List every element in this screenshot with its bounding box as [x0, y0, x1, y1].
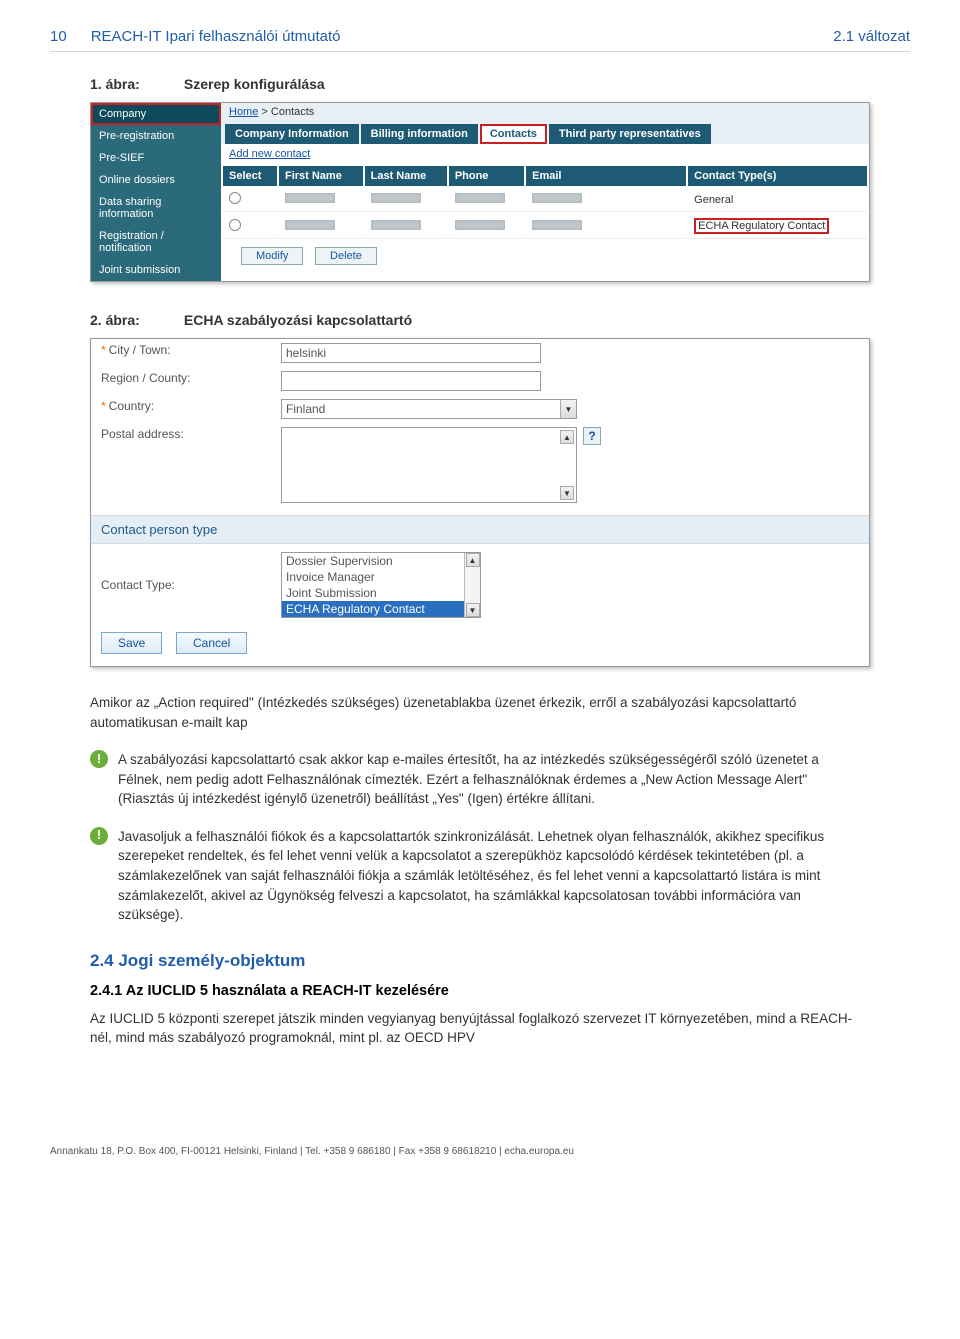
section-contact-type: Contact person type	[91, 515, 869, 544]
screenshot-1: Company Pre-registration Pre-SIEF Online…	[90, 102, 870, 282]
scroll-up-icon[interactable]: ▲	[560, 430, 574, 444]
table-row: General	[223, 188, 867, 212]
redacted-cell	[371, 194, 421, 206]
th-lastname: Last Name	[365, 166, 447, 186]
tab-thirdparty[interactable]: Third party representatives	[549, 124, 711, 144]
th-firstname: First Name	[279, 166, 363, 186]
screenshot-2: *City / Town: Region / County: *Country:…	[90, 338, 870, 667]
redacted-cell	[532, 221, 582, 233]
postal-textarea[interactable]: ▲ ▼	[281, 427, 577, 503]
tab-company-info[interactable]: Company Information	[225, 124, 359, 144]
sidebar-item-joint[interactable]: Joint submission	[91, 259, 221, 281]
section-2-4-1: 2.4.1 Az IUCLID 5 használata a REACH-IT …	[90, 983, 910, 999]
region-input[interactable]	[281, 371, 541, 391]
add-contact-link[interactable]: Add new contact	[229, 148, 310, 160]
tab-billing[interactable]: Billing information	[361, 124, 478, 144]
listbox-option-selected[interactable]: ECHA Regulatory Contact	[282, 601, 464, 617]
th-phone: Phone	[449, 166, 524, 186]
contact-type-echa: ECHA Regulatory Contact	[694, 218, 829, 234]
select-radio[interactable]	[229, 219, 241, 231]
label-country: Country:	[109, 399, 154, 413]
sidebar-item-registration[interactable]: Registration / notification	[91, 225, 221, 259]
section-2-4: 2.4 Jogi személy-objektum	[90, 951, 910, 971]
paragraph-action-required: Amikor az „Action required" (Intézkedés …	[90, 693, 860, 732]
paragraph-iuclid: Az IUCLID 5 központi szerepet játszik mi…	[90, 1009, 860, 1048]
tabs: Company Information Billing information …	[221, 121, 869, 144]
th-email: Email	[526, 166, 686, 186]
scroll-down-icon[interactable]: ▼	[466, 603, 480, 617]
page-number: 10	[50, 28, 67, 45]
listbox-scrollbar[interactable]: ▲ ▼	[464, 553, 480, 617]
tab-contacts[interactable]: Contacts	[480, 124, 547, 144]
info-note-1: ! A szabályozási kapcsolattartó csak akk…	[90, 750, 860, 809]
th-select: Select	[223, 166, 277, 186]
redacted-cell	[455, 221, 505, 233]
label-region: Region / County:	[101, 371, 190, 385]
sidebar: Company Pre-registration Pre-SIEF Online…	[91, 103, 221, 281]
breadcrumb-home[interactable]: Home	[229, 106, 258, 118]
redacted-cell	[455, 194, 505, 206]
listbox-option[interactable]: Invoice Manager	[282, 569, 464, 585]
sidebar-item-prereg[interactable]: Pre-registration	[91, 125, 221, 147]
scroll-down-icon[interactable]: ▼	[560, 486, 574, 500]
table-row: ECHA Regulatory Contact	[223, 214, 867, 239]
sidebar-item-datasharing[interactable]: Data sharing information	[91, 191, 221, 225]
select-radio[interactable]	[229, 192, 241, 204]
redacted-cell	[285, 221, 335, 233]
label-postal: Postal address:	[101, 427, 184, 441]
contacts-table: Select First Name Last Name Phone Email …	[221, 164, 869, 241]
contact-type-cell: General	[688, 188, 867, 212]
contact-type-listbox[interactable]: Dossier Supervision Invoice Manager Join…	[281, 552, 481, 618]
redacted-cell	[532, 194, 582, 206]
redacted-cell	[285, 194, 335, 206]
label-contact-type: Contact Type:	[101, 578, 175, 592]
redacted-cell	[371, 221, 421, 233]
cancel-button[interactable]: Cancel	[176, 632, 247, 654]
info-note-2: ! Javasoljuk a felhasználói fiókok és a …	[90, 827, 860, 925]
sidebar-item-company[interactable]: Company	[91, 103, 221, 125]
figure-1-title: 1. ábra: Szerep konfigurálása	[90, 76, 910, 92]
info-icon: !	[90, 750, 108, 768]
doc-title: REACH-IT Ipari felhasználói útmutató	[91, 28, 714, 45]
page-footer: Annankatu 18, P.O. Box 400, FI-00121 Hel…	[0, 1146, 960, 1177]
listbox-option[interactable]: Joint Submission	[282, 585, 464, 601]
info-icon: !	[90, 827, 108, 845]
modify-button[interactable]: Modify	[241, 247, 303, 265]
breadcrumb-current: Contacts	[271, 106, 314, 118]
sidebar-item-presief[interactable]: Pre-SIEF	[91, 147, 221, 169]
save-button[interactable]: Save	[101, 632, 162, 654]
scroll-up-icon[interactable]: ▲	[466, 553, 480, 567]
th-contacttype: Contact Type(s)	[688, 166, 867, 186]
sidebar-item-dossiers[interactable]: Online dossiers	[91, 169, 221, 191]
help-icon[interactable]: ?	[583, 427, 601, 445]
delete-button[interactable]: Delete	[315, 247, 377, 265]
breadcrumb: Home > Contacts	[221, 103, 869, 121]
doc-header: 10 REACH-IT Ipari felhasználói útmutató …	[50, 28, 910, 52]
doc-version: 2.1 változat	[833, 28, 910, 45]
chevron-down-icon: ▼	[560, 400, 576, 418]
city-input[interactable]	[281, 343, 541, 363]
label-city: City / Town:	[109, 343, 171, 357]
figure-2-title: 2. ábra: ECHA szabályozási kapcsolattart…	[90, 312, 910, 328]
listbox-option[interactable]: Dossier Supervision	[282, 553, 464, 569]
country-dropdown[interactable]: Finland ▼	[281, 399, 577, 419]
